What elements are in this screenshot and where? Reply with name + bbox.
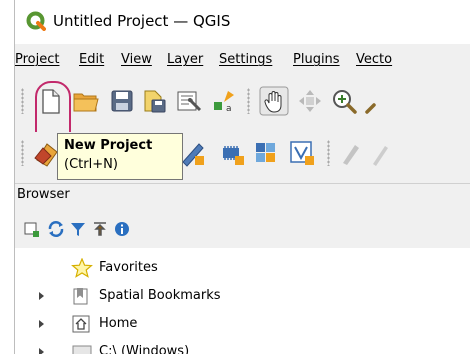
browser-tree: Favorites Spatial Bookmarks Home C:\ (Wi… bbox=[15, 248, 470, 354]
star-icon bbox=[71, 258, 93, 278]
panel-divider bbox=[15, 183, 470, 184]
new-raster-layer-button[interactable] bbox=[251, 138, 281, 168]
open-project-button[interactable] bbox=[71, 86, 101, 116]
tree-item-label: Home bbox=[99, 316, 138, 331]
new-virtual-layer-button[interactable] bbox=[287, 138, 317, 168]
menu-edit[interactable]: Edit bbox=[79, 52, 104, 67]
style-manager-button[interactable]: a bbox=[209, 86, 239, 116]
style-manager-icon: a bbox=[214, 91, 234, 114]
pan-to-selection-icon bbox=[299, 90, 321, 112]
print-layout-button[interactable] bbox=[173, 86, 203, 116]
new-memory-layer-button[interactable] bbox=[217, 138, 247, 168]
open-project-icon bbox=[73, 93, 99, 112]
toolbar-grip[interactable] bbox=[327, 140, 330, 166]
tree-item-favorites[interactable]: Favorites bbox=[15, 254, 470, 282]
menu-view[interactable]: View bbox=[121, 52, 152, 67]
project-toolbar: a bbox=[15, 80, 470, 122]
tooltip: New Project (Ctrl+N) bbox=[57, 133, 183, 180]
zoom-out-button[interactable] bbox=[361, 86, 391, 116]
virtual-layer-icon bbox=[290, 141, 314, 165]
digitize-icon bbox=[343, 145, 359, 165]
add-selected-icon[interactable] bbox=[23, 220, 41, 238]
menu-plugins[interactable]: Plugins bbox=[293, 52, 340, 67]
pencil-icon bbox=[373, 146, 388, 166]
raster-layer-icon bbox=[256, 143, 275, 162]
qgis-logo-icon bbox=[26, 11, 46, 31]
menu-project[interactable]: Project bbox=[15, 52, 59, 67]
bookmarks-icon bbox=[73, 288, 88, 305]
svg-text:a: a bbox=[226, 104, 232, 114]
collapse-all-icon[interactable] bbox=[91, 220, 109, 238]
filter-icon[interactable] bbox=[69, 220, 87, 238]
toolbar-grip[interactable] bbox=[21, 88, 24, 114]
expand-arrow-icon[interactable] bbox=[39, 292, 44, 300]
tree-item-label: Favorites bbox=[99, 260, 158, 275]
menu-layer[interactable]: Layer bbox=[167, 52, 203, 67]
tree-item-drive[interactable]: C:\ (Windows) bbox=[15, 338, 470, 354]
expand-arrow-icon[interactable] bbox=[39, 320, 44, 328]
browser-panel-title: Browser bbox=[17, 187, 70, 202]
save-project-icon bbox=[111, 90, 133, 112]
toolbar-grip[interactable] bbox=[21, 140, 24, 166]
save-as-icon bbox=[144, 90, 166, 113]
tree-item-label: Spatial Bookmarks bbox=[99, 288, 221, 303]
drive-icon bbox=[72, 345, 92, 354]
tree-item-spatial-bookmarks[interactable]: Spatial Bookmarks bbox=[15, 282, 470, 310]
zoom-in-button[interactable] bbox=[329, 86, 359, 116]
window-title: Untitled Project — QGIS bbox=[53, 12, 231, 30]
print-layout-icon bbox=[177, 91, 202, 112]
save-as-button[interactable] bbox=[139, 86, 169, 116]
qgis-window: Untitled Project — QGIS Project Edit Vie… bbox=[14, 0, 470, 354]
menu-settings[interactable]: Settings bbox=[219, 52, 272, 67]
home-icon bbox=[72, 315, 90, 333]
tree-item-home[interactable]: Home bbox=[15, 310, 470, 338]
expand-arrow-icon[interactable] bbox=[39, 348, 44, 354]
menu-vector[interactable]: Vecto bbox=[356, 52, 392, 67]
menu-bar: Project Edit View Layer Settings Plugins… bbox=[15, 48, 470, 72]
toolbar-grip[interactable] bbox=[247, 88, 250, 114]
tooltip-title: New Project bbox=[64, 138, 153, 153]
pan-to-selection-button[interactable] bbox=[295, 86, 325, 116]
save-project-button[interactable] bbox=[107, 86, 137, 116]
title-bar: Untitled Project — QGIS bbox=[15, 0, 470, 44]
zoom-out-icon bbox=[365, 103, 376, 114]
edit-pencil-button[interactable] bbox=[365, 138, 395, 168]
memory-layer-icon bbox=[223, 146, 244, 165]
pan-button[interactable] bbox=[259, 86, 289, 116]
digitize-button[interactable] bbox=[337, 138, 367, 168]
pan-icon bbox=[259, 86, 289, 116]
refresh-icon[interactable] bbox=[47, 220, 65, 238]
tooltip-shortcut: (Ctrl+N) bbox=[64, 157, 118, 172]
tree-item-label: C:\ (Windows) bbox=[99, 344, 190, 354]
info-icon[interactable] bbox=[113, 220, 131, 238]
zoom-in-icon bbox=[333, 90, 357, 114]
